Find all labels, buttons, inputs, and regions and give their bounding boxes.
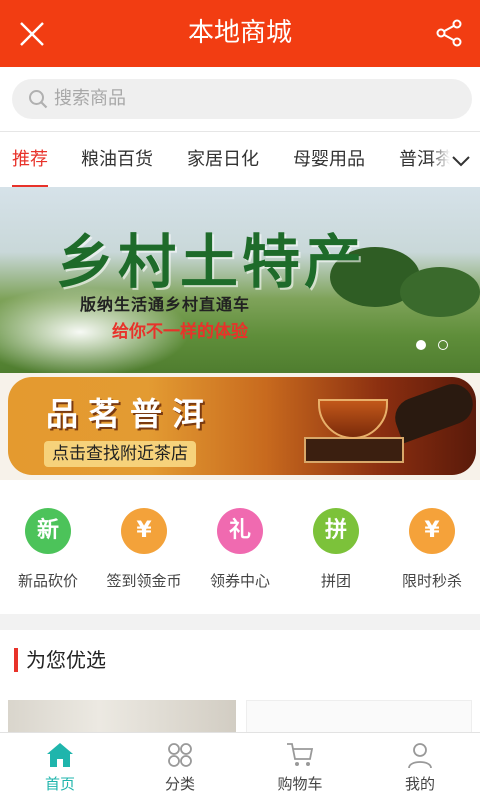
- banner-carousel[interactable]: 乡村土特产 版纳生活通乡村直通车 给你不一样的体验: [0, 187, 480, 373]
- banner-tree: [400, 267, 480, 317]
- nav-label: 我的: [404, 775, 435, 793]
- search-icon: [29, 90, 48, 109]
- entry-flash-sale[interactable]: ¥ 限时秒杀: [384, 508, 480, 591]
- home-icon: [47, 743, 73, 767]
- entry-label: 签到领金币: [106, 572, 182, 590]
- chevron-down-icon[interactable]: [450, 150, 472, 172]
- gold-coin-icon: ¥: [121, 508, 167, 554]
- tab-mother-baby[interactable]: 母婴用品: [293, 132, 365, 188]
- entry-coupon-center[interactable]: 礼 领券中心: [192, 508, 288, 591]
- category-tabs: 推荐 粮油百货 家居日化 母婴用品 普洱茶: [0, 131, 480, 188]
- category-icon: [168, 743, 192, 767]
- bottom-nav: 首页 分类 购物车 我的: [0, 732, 480, 800]
- tea-leaves-image: [389, 378, 476, 444]
- entry-new-bargain[interactable]: 新 新品砍价: [0, 508, 96, 591]
- tab-recommend[interactable]: 推荐: [12, 132, 48, 188]
- search-input[interactable]: 搜索商品: [12, 79, 472, 119]
- entry-group-buy[interactable]: 拼 拼团: [288, 508, 384, 591]
- section-accent-bar: [14, 648, 18, 672]
- entry-checkin-coins[interactable]: ¥ 签到领金币: [96, 508, 192, 591]
- nav-label: 购物车: [277, 775, 323, 793]
- gift-coupon-icon: 礼: [217, 508, 263, 554]
- nav-home[interactable]: 首页: [0, 733, 120, 800]
- cart-icon: [287, 743, 314, 766]
- group-buy-icon: 拼: [313, 508, 359, 554]
- entry-label: 拼团: [320, 572, 351, 590]
- tabs-fade: [430, 132, 450, 187]
- carousel-dot-active[interactable]: [416, 340, 426, 350]
- tea-promo-banner[interactable]: 品茗普洱 点击查找附近茶店: [8, 377, 476, 475]
- tea-cup-image: [318, 399, 388, 439]
- tea-tray-image: [304, 437, 404, 463]
- top-app-bar: 本地商城: [0, 0, 480, 67]
- nav-label: 首页: [44, 775, 75, 793]
- promo-title: 品茗普洱: [46, 395, 215, 433]
- search-placeholder: 搜索商品: [54, 88, 126, 109]
- banner-line-1: 版纳生活通乡村直通车: [80, 295, 251, 314]
- search-area: 搜索商品: [0, 67, 480, 131]
- stopwatch-icon: ¥: [409, 508, 455, 554]
- carousel-dot[interactable]: [438, 340, 448, 350]
- entry-label: 新品砍价: [17, 572, 78, 590]
- nav-category[interactable]: 分类: [120, 733, 240, 800]
- banner-headline: 乡村土特产: [56, 228, 367, 296]
- page-title: 本地商城: [187, 18, 292, 48]
- new-badge-icon: 新: [25, 508, 71, 554]
- entry-label: 限时秒杀: [401, 572, 462, 590]
- share-icon[interactable]: [434, 18, 464, 48]
- promo-area: 品茗普洱 点击查找附近茶店: [0, 373, 480, 480]
- quick-entry-row: 新 新品砍价 ¥ 签到领金币 礼 领券中心 拼 拼团 ¥ 限时秒杀: [0, 480, 480, 614]
- section-title: 为您优选: [26, 648, 106, 672]
- user-icon: [408, 743, 432, 769]
- nav-mine[interactable]: 我的: [360, 733, 480, 800]
- banner-line-2: 给你不一样的体验: [112, 322, 248, 342]
- entry-label: 领券中心: [209, 572, 270, 590]
- tab-home-care[interactable]: 家居日化: [187, 132, 259, 188]
- promo-subtitle: 点击查找附近茶店: [44, 441, 196, 467]
- tab-grain-oil[interactable]: 粮油百货: [81, 132, 153, 188]
- nav-label: 分类: [164, 775, 195, 793]
- nav-cart[interactable]: 购物车: [240, 733, 360, 800]
